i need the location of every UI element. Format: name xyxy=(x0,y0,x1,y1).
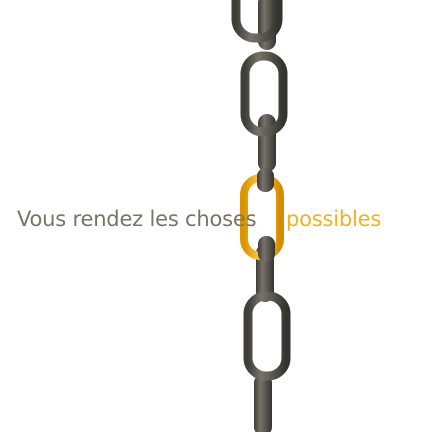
chain-link-face xyxy=(243,291,291,381)
slogan-left-text: Vous rendez les choses xyxy=(17,207,257,231)
chain-link-side xyxy=(254,374,272,432)
chain-link-side xyxy=(258,236,275,262)
chain-link-side xyxy=(258,114,276,172)
chain-link-side xyxy=(257,168,274,192)
advert-canvas: Vous rendez les choses possibles xyxy=(0,0,432,432)
slogan-right-text: possibles xyxy=(286,207,382,231)
